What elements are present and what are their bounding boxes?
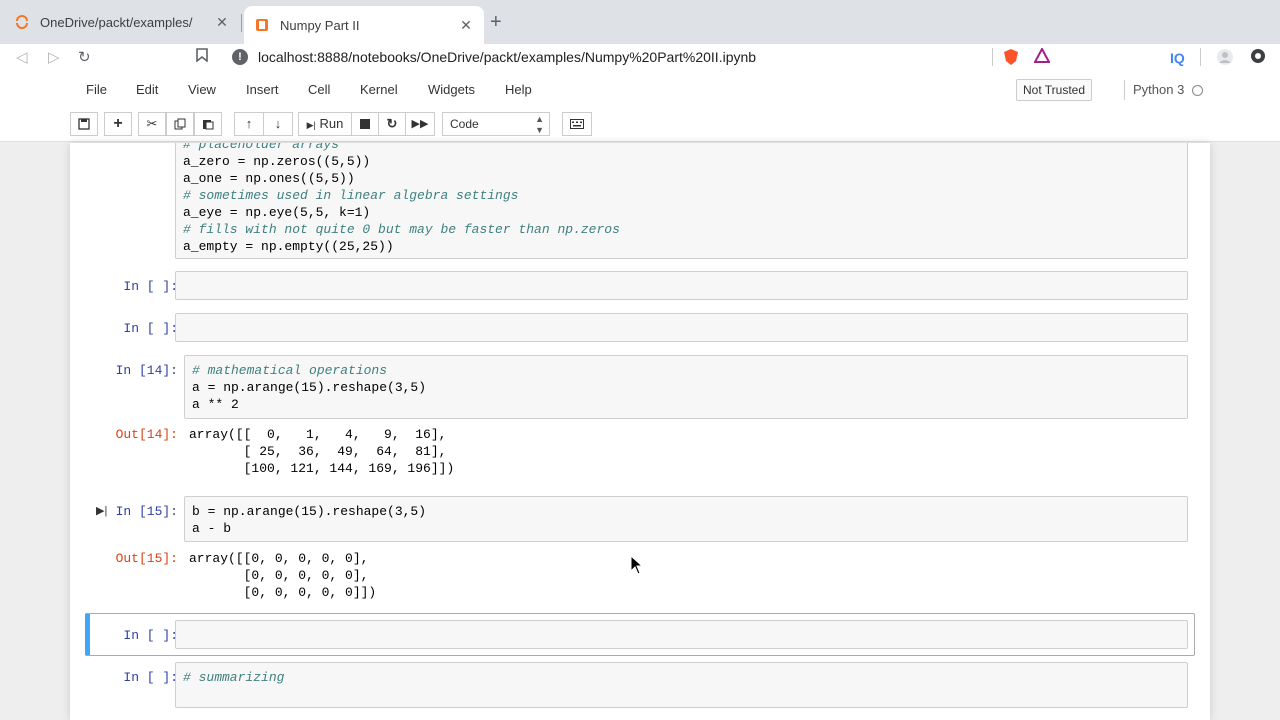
move-down-button[interactable]: ↓ [263,112,293,136]
input-prompt: In [15]: [115,504,178,519]
move-up-button[interactable]: ↑ [234,112,264,136]
kernel-name: Python 3 [1124,80,1184,100]
tab-onedrive[interactable]: OneDrive/packt/examples/ ✕ [4,6,240,38]
code-cell-input[interactable] [175,620,1188,649]
interrupt-button[interactable] [351,112,379,136]
save-icon [78,118,90,130]
code-line: a ** 2 [192,397,239,412]
cell-type-select[interactable]: Code ▲ ▼ [442,112,550,136]
cell-type-value: Code [450,117,479,131]
reload-icon[interactable]: ↻ [78,47,91,69]
cell-output: array([[ 0, 1, 4, 9, 16], [ 25, 36, 49, … [189,427,455,476]
code-cell-input[interactable]: b = np.arange(15).reshape(3,5) a - b [184,496,1188,542]
info-icon[interactable]: ! [232,49,248,65]
menu-insert[interactable]: Insert [246,80,279,100]
code-cell-input[interactable] [175,313,1188,342]
restart-button[interactable]: ↻ [378,112,406,136]
brave-rewards-icon[interactable] [1033,46,1051,70]
not-trusted-button[interactable]: Not Trusted [1016,79,1093,101]
code-editor[interactable]: # placeholder arrays a_zero = np.zeros((5… [183,143,620,255]
run-label: Run [319,116,344,131]
browser-tabstrip: OneDrive/packt/examples/ ✕ Numpy Part II… [0,0,1280,44]
code-line: # placeholder arrays [183,143,340,152]
code-cell-input[interactable]: # placeholder arrays a_zero = np.zeros((5… [175,143,1188,259]
avatar[interactable] [1216,48,1234,72]
menu-help[interactable]: Help [505,80,532,100]
notebook-favicon-icon [254,17,270,33]
tab-title: Numpy Part II [280,17,360,33]
jupyter-favicon-icon [14,14,30,30]
address-bar[interactable]: ! localhost:8888/notebooks/OneDrive/pack… [222,44,1002,70]
input-prompt: In [14]: [115,363,178,378]
input-prompt: In [ ]: [123,321,178,336]
divider [1200,48,1201,66]
paste-button[interactable] [194,112,222,136]
menu-icon[interactable] [1250,48,1266,70]
insert-cell-button[interactable]: + [104,112,132,136]
new-tab-icon[interactable]: + [490,10,502,34]
menu-view[interactable]: View [188,80,216,100]
code-cell-input[interactable] [175,271,1188,300]
code-line: a_eye = np.eye(5,5, k=1) [183,205,371,220]
code-cell-input[interactable]: # mathematical operations a = np.arange(1… [184,355,1188,419]
input-prompt: In [ ]: [123,628,178,643]
run-button[interactable]: ▶| Run [298,112,352,136]
code-cell-input[interactable]: # summarizing [175,662,1188,708]
brave-shield-icon[interactable] [1003,48,1019,72]
select-arrows-icon: ▲ ▼ [535,114,544,135]
back-icon[interactable]: ◁ [16,47,28,69]
forward-icon[interactable]: ▷ [48,47,60,69]
url-text: localhost:8888/notebooks/OneDrive/packt/… [258,49,757,65]
input-prompt: In [ ]: [123,279,178,294]
code-line: a_empty = np.empty((25,25)) [183,239,394,254]
paste-icon [203,120,214,130]
keyboard-icon [570,119,584,129]
close-icon[interactable]: ✕ [214,14,230,31]
output-prompt: Out[15]: [115,551,178,566]
jupyter-header: File Edit View Insert Cell Kernel Widget… [0,72,1280,142]
code-editor[interactable]: b = np.arange(15).reshape(3,5) a - b [192,503,426,537]
run-icon: ▶| [306,120,316,130]
divider [992,48,993,66]
code-line: a - b [192,521,232,536]
menu-widgets[interactable]: Widgets [428,80,475,100]
code-line: # fills with not quite 0 but may be fast… [183,222,620,237]
tab-title: OneDrive/packt/examples/ [40,14,193,30]
browser-toolbar: ◁ ▷ ↻ ! localhost:8888/notebooks/OneDriv… [0,44,1280,72]
bookmark-icon[interactable] [196,47,208,69]
tab-separator [241,14,242,32]
code-line: # mathematical operations [192,363,388,378]
copy-button[interactable] [166,112,194,136]
restart-run-all-button[interactable]: ▶▶ [405,112,435,136]
output-prompt: Out[14]: [115,427,178,442]
kernel-status-icon [1192,85,1203,96]
code-editor[interactable]: # mathematical operations a = np.arange(1… [192,362,426,413]
cell-output: array([[0, 0, 0, 0, 0], [0, 0, 0, 0, 0],… [189,551,377,600]
mouse-cursor-icon [630,555,644,575]
copy-icon [174,118,186,130]
code-editor[interactable]: # summarizing [183,669,284,686]
menu-edit[interactable]: Edit [136,80,158,100]
input-prompt: In [ ]: [123,670,178,685]
code-line: # sometimes used in linear algebra setti… [183,188,519,203]
code-line: a = np.arange(15).reshape(3,5) [192,380,427,395]
command-palette-button[interactable] [562,112,592,136]
code-line: a_zero = np.zeros((5,5)) [183,154,371,169]
menu-file[interactable]: File [86,80,107,100]
close-icon[interactable]: ✕ [458,17,474,34]
menu-kernel[interactable]: Kernel [360,80,398,100]
code-line: # summarizing [183,670,285,685]
tab-numpy-part-ii[interactable]: Numpy Part II ✕ [244,6,484,44]
cut-button[interactable]: ✂ [138,112,166,136]
code-line: a_one = np.ones((5,5)) [183,171,355,186]
notebook-container: # placeholder arrays a_zero = np.zeros((5… [70,143,1210,720]
iq-extension-icon[interactable]: IQ [1170,48,1185,68]
stop-icon [360,119,370,129]
menu-cell[interactable]: Cell [308,80,330,100]
code-line: b = np.arange(15).reshape(3,5) [192,504,427,519]
save-button[interactable] [70,112,98,136]
